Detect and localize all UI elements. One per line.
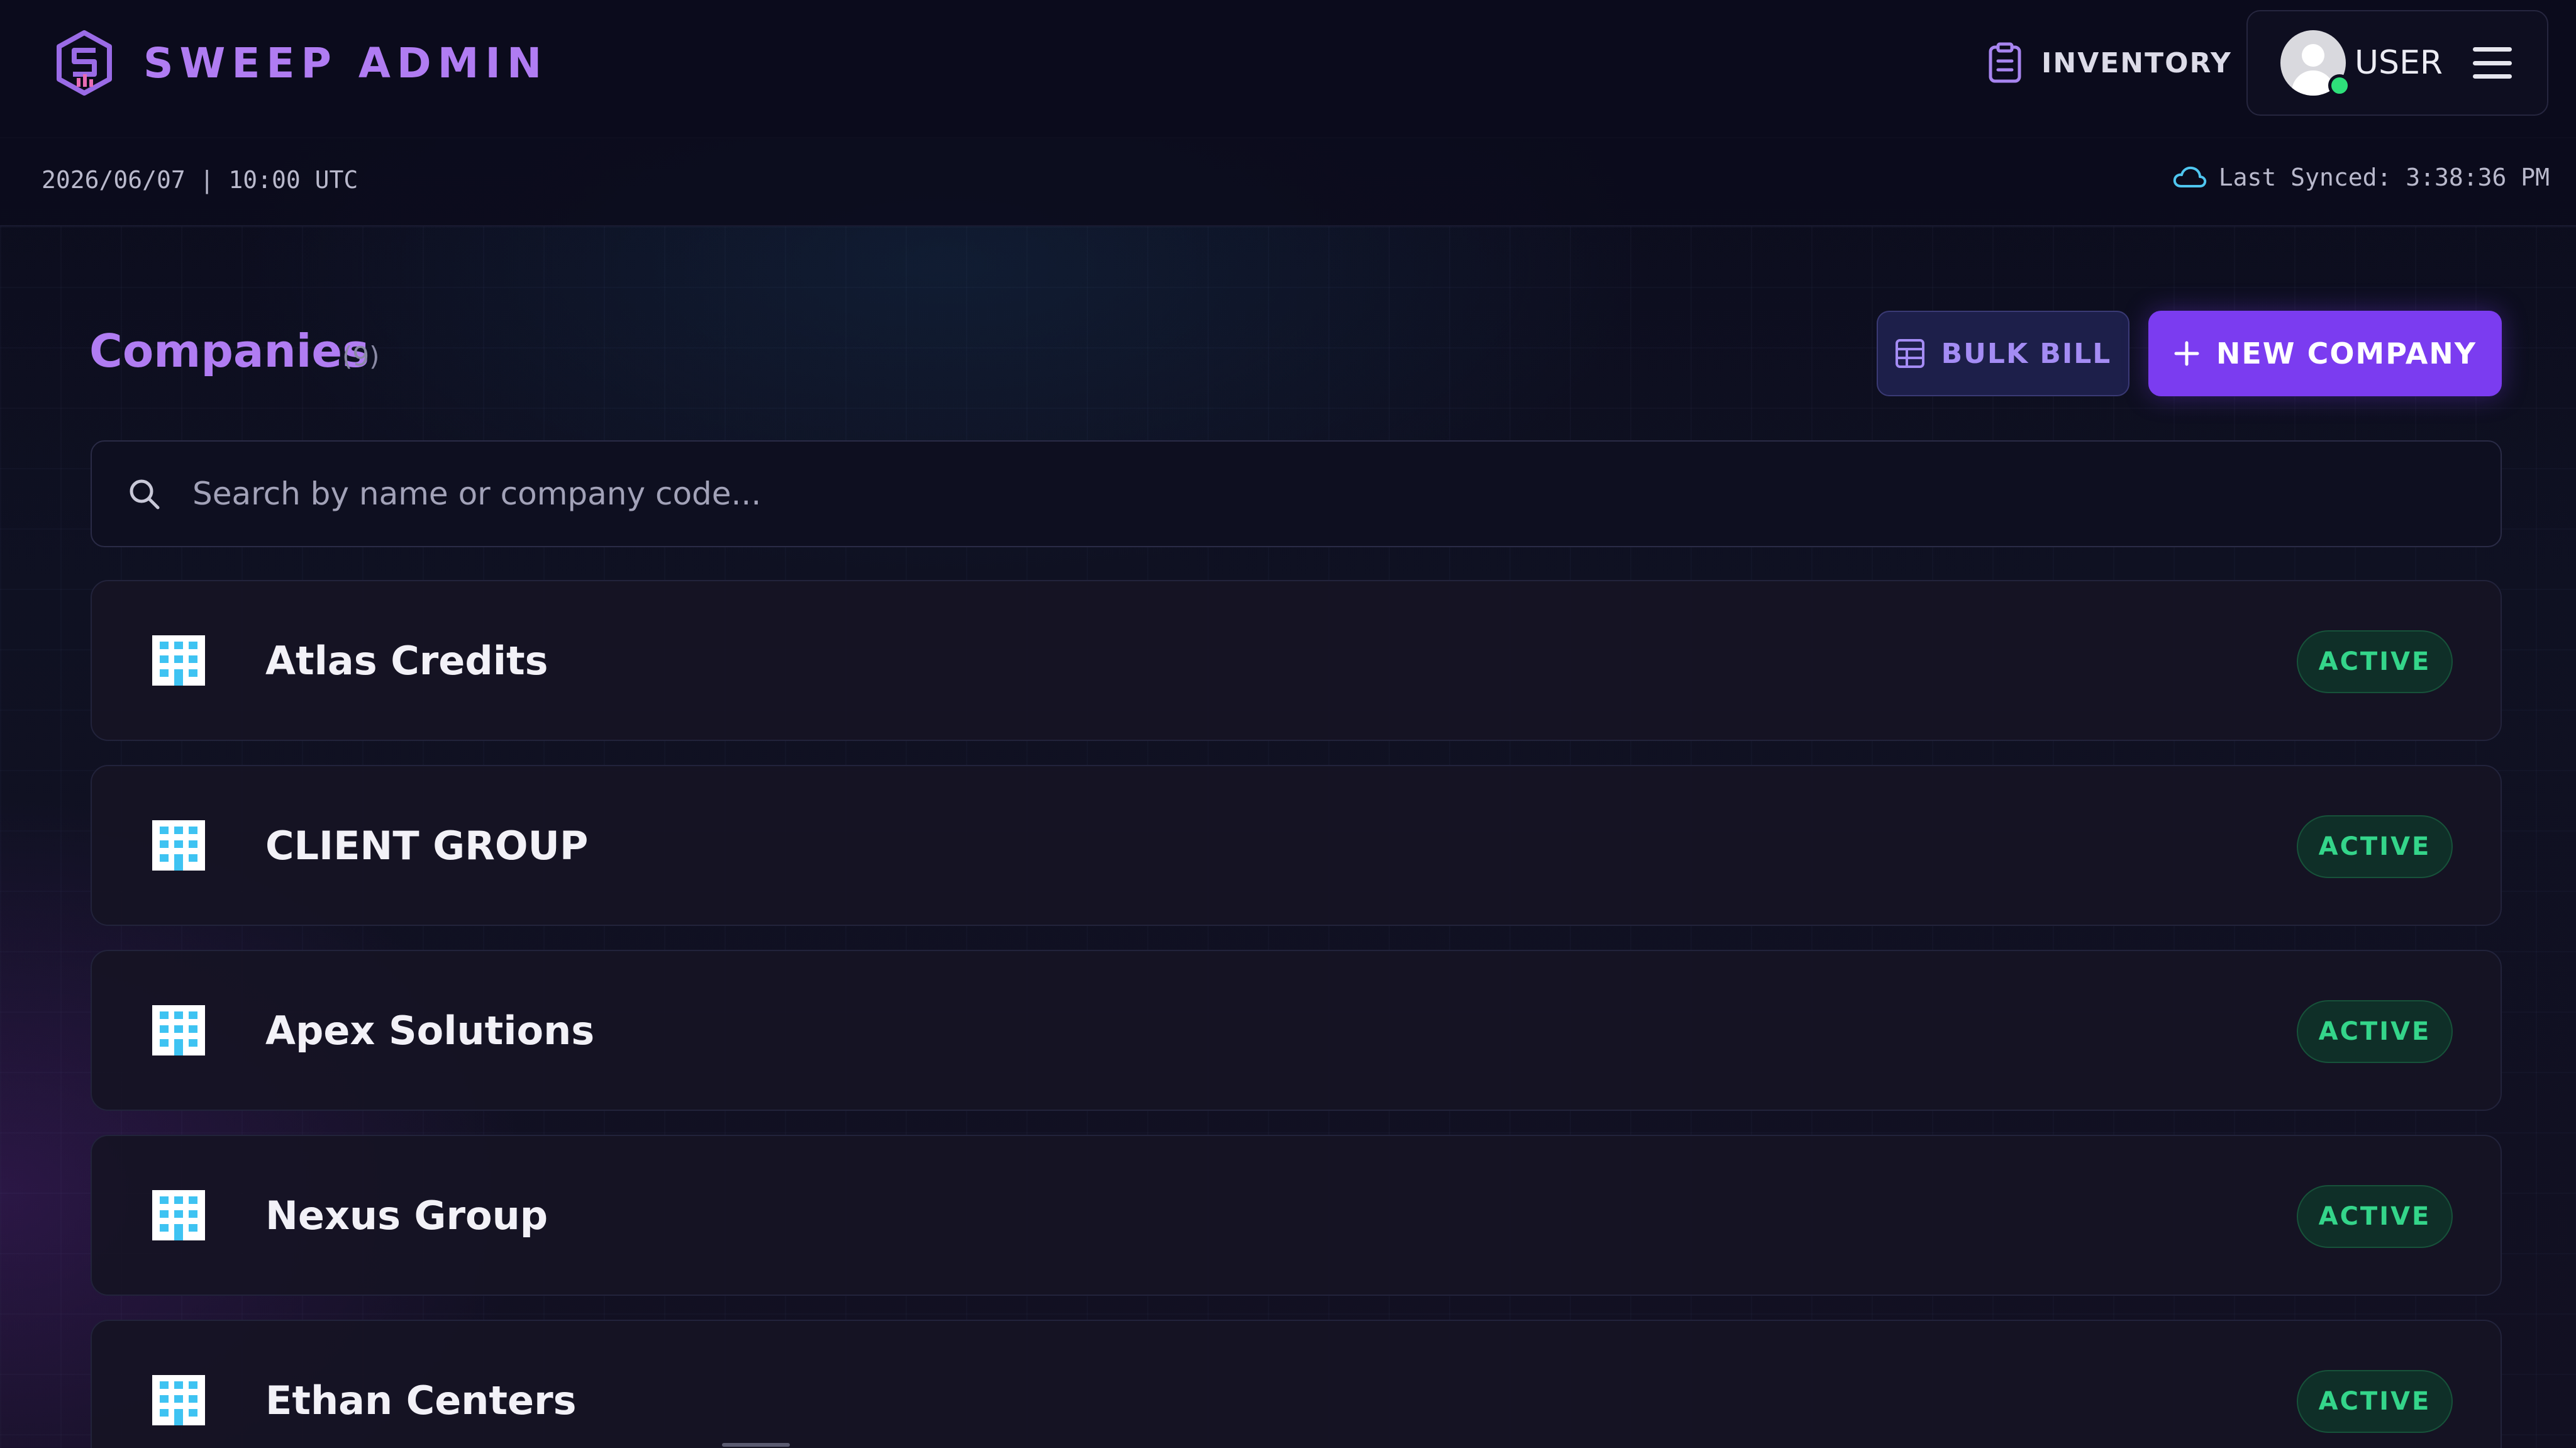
company-name: Ethan Centers: [265, 1377, 577, 1423]
clipboard-icon: [1989, 42, 2021, 83]
company-row[interactable]: CLIENT GROUP ACTIVE: [91, 765, 2502, 926]
bulk-bill-button[interactable]: BULK BILL: [1877, 311, 2129, 396]
company-name: Nexus Group: [265, 1192, 548, 1239]
building-icon: [152, 1005, 205, 1055]
building-icon: [152, 1375, 205, 1425]
new-company-label: NEW COMPANY: [2216, 337, 2477, 370]
company-list: Atlas Credits ACTIVE CLIENT GROUP ACTIVE: [91, 580, 2502, 1448]
company-row[interactable]: Atlas Credits ACTIVE: [91, 580, 2502, 741]
inventory-link[interactable]: INVENTORY: [1987, 39, 2232, 87]
sync-status: Last Synced: 3:38:36 PM: [2172, 164, 2550, 191]
status-badge: ACTIVE: [2297, 1185, 2453, 1248]
new-company-button[interactable]: NEW COMPANY: [2148, 311, 2502, 396]
online-status-dot: [2328, 74, 2351, 97]
hexagon-logo-icon: [57, 30, 112, 96]
company-row[interactable]: Apex Solutions ACTIVE: [91, 950, 2502, 1111]
user-menu[interactable]: USER: [2246, 10, 2548, 116]
bulk-bill-label: BULK BILL: [1941, 337, 2112, 370]
last-synced-text: Last Synced: 3:38:36 PM: [2218, 164, 2550, 191]
status-badge: ACTIVE: [2297, 630, 2453, 693]
inventory-label: INVENTORY: [2041, 47, 2232, 79]
status-badge: ACTIVE: [2297, 1000, 2453, 1063]
building-icon: [152, 635, 205, 686]
avatar-head: [2302, 44, 2324, 67]
search-icon: [130, 479, 160, 510]
hamburger-menu-icon[interactable]: [2473, 47, 2512, 79]
plus-icon: [2174, 341, 2199, 366]
cloud-icon: [2173, 166, 2206, 187]
table-grid-icon: [1895, 339, 1924, 368]
current-datetime: 2026/06/07 | 10:00 UTC: [42, 166, 358, 194]
search-bar[interactable]: [91, 440, 2502, 547]
search-input[interactable]: [191, 462, 2501, 526]
app-title: SWEEP ADMIN: [143, 38, 548, 87]
brand[interactable]: SWEEP ADMIN: [53, 29, 548, 97]
scroll-indicator[interactable]: [722, 1443, 790, 1447]
hamburger-line: [2473, 60, 2512, 65]
company-row[interactable]: Nexus Group ACTIVE: [91, 1135, 2502, 1296]
status-badge: ACTIVE: [2297, 815, 2453, 878]
hamburger-line: [2473, 47, 2512, 52]
page-title: Companies: [89, 325, 370, 377]
top-navigation-bar: SWEEP ADMIN INVENTORY USER: [0, 0, 2576, 138]
company-name: Atlas Credits: [265, 637, 548, 684]
building-icon: [152, 1190, 205, 1240]
company-name: CLIENT GROUP: [265, 822, 589, 869]
company-count: (9): [342, 341, 380, 372]
hamburger-line: [2473, 74, 2512, 79]
status-badge: ACTIVE: [2297, 1370, 2453, 1433]
company-row[interactable]: Ethan Centers ACTIVE: [91, 1320, 2502, 1448]
company-name: Apex Solutions: [265, 1007, 595, 1054]
building-icon: [152, 820, 205, 871]
user-label: USER: [2355, 44, 2443, 82]
